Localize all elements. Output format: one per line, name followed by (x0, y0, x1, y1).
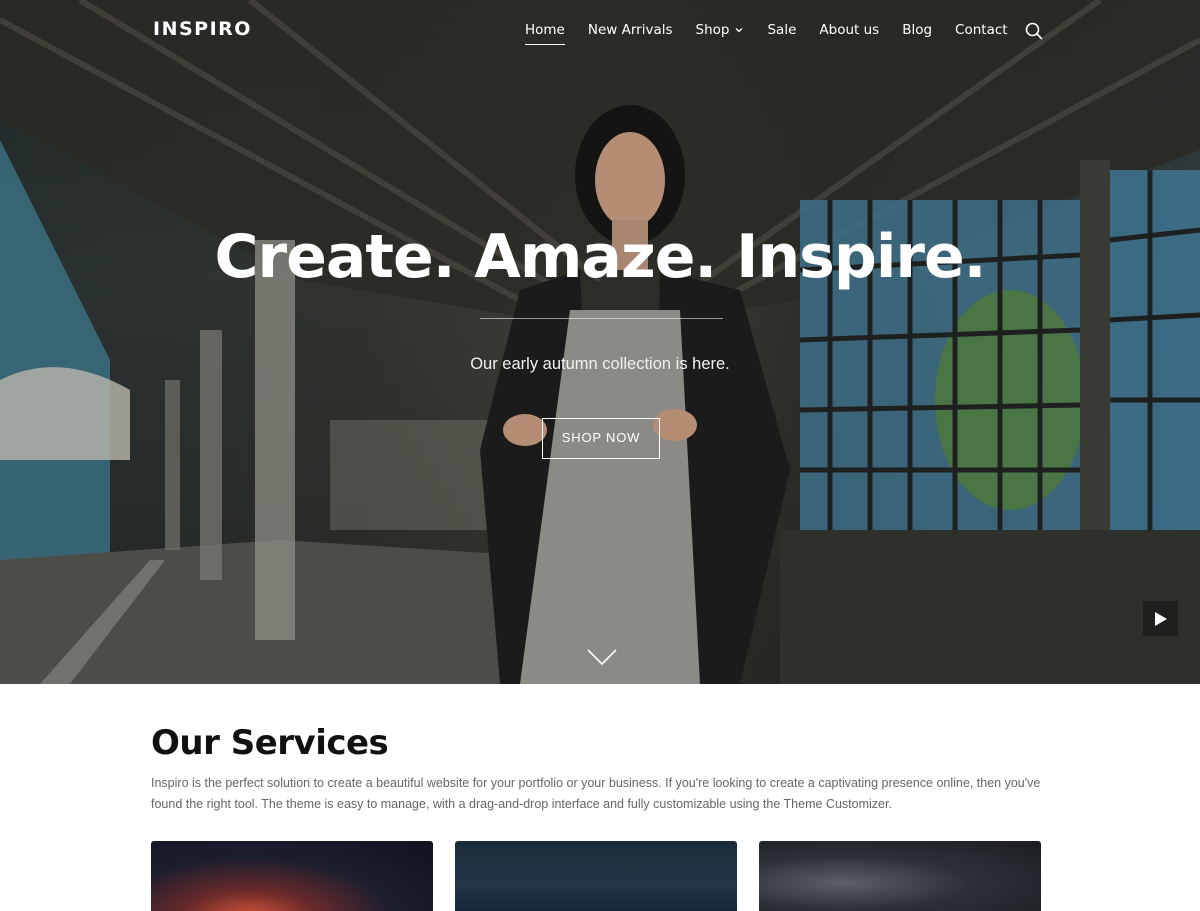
service-card-image[interactable] (151, 841, 433, 911)
nav-item-contact[interactable]: Contact (955, 22, 1008, 38)
hero-section: INSPIRO Home New Arrivals Shop Sale Abou… (0, 0, 1200, 684)
play-button[interactable] (1143, 601, 1178, 636)
nav-item-label: Home (525, 22, 565, 38)
nav-item-about-us[interactable]: About us (819, 22, 879, 38)
service-card-image[interactable] (759, 841, 1041, 911)
hero-subtitle: Our early autumn collection is here. (470, 355, 730, 373)
nav-item-sale[interactable]: Sale (767, 22, 796, 38)
chevron-down-icon (736, 28, 743, 33)
play-icon (1154, 611, 1167, 626)
services-title: Our Services (151, 723, 389, 763)
nav-item-shop[interactable]: Shop (696, 22, 745, 38)
hero-divider (480, 318, 723, 319)
nav-item-label: Blog (902, 22, 933, 38)
hero-background-image (0, 0, 1200, 684)
site-logo[interactable]: INSPIRO (153, 18, 252, 40)
hero-title: Create. Amaze. Inspire. (214, 222, 987, 292)
nav-item-label: Shop (695, 22, 730, 38)
nav-item-label: Sale (767, 22, 797, 38)
nav-item-new-arrivals[interactable]: New Arrivals (588, 22, 673, 38)
main-nav: Home New Arrivals Shop Sale About us Blo… (525, 22, 1031, 45)
nav-item-label: Contact (955, 22, 1008, 38)
chevron-down-icon[interactable] (586, 646, 618, 668)
services-description: Inspiro is the perfect solution to creat… (151, 776, 1041, 811)
nav-item-label: About us (819, 22, 880, 38)
shop-now-button[interactable]: SHOP NOW (542, 418, 660, 459)
nav-item-label: New Arrivals (587, 22, 673, 38)
search-icon[interactable] (1024, 21, 1044, 41)
nav-item-home[interactable]: Home (525, 22, 565, 45)
nav-item-blog[interactable]: Blog (902, 22, 932, 38)
service-card-image[interactable] (455, 841, 737, 911)
site-header: INSPIRO Home New Arrivals Shop Sale Abou… (0, 0, 1200, 62)
